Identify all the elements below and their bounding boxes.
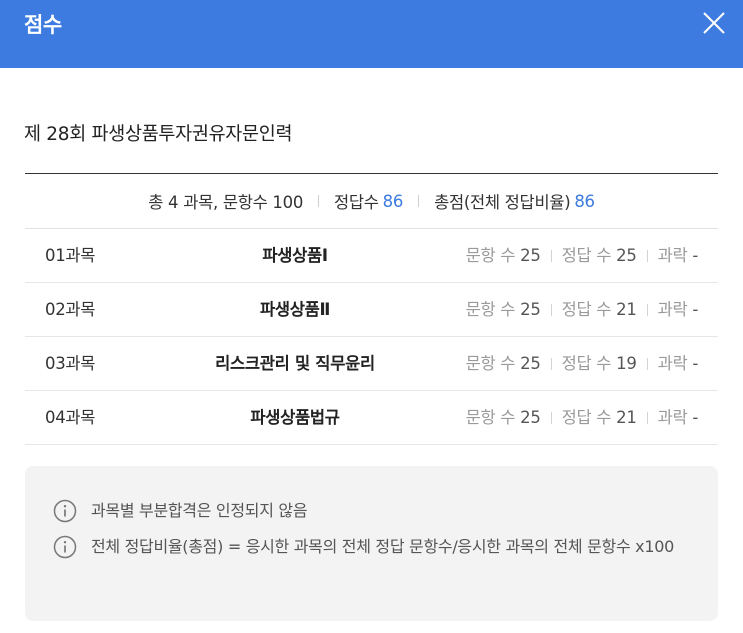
correct-label: 정답 수: [561, 354, 612, 373]
summary-correct-value: 86: [382, 191, 404, 211]
subject-code: 03과목: [45, 354, 96, 373]
fail-label: 과락: [657, 300, 688, 319]
modal-title: 점수: [24, 13, 62, 37]
fail-label: 과락: [657, 408, 688, 427]
subject-code: 02과목: [45, 300, 96, 319]
questions-value: 25: [520, 408, 541, 427]
subject-name: 파생상품Ⅰ: [262, 246, 328, 265]
divider: [550, 411, 552, 424]
table-row: 04과목 파생상품법규 문항 수 25 정답 수 21 과락 -: [25, 391, 718, 445]
info-icon: [53, 499, 77, 523]
divider: [646, 249, 648, 262]
close-button[interactable]: [697, 6, 731, 40]
divider: [550, 249, 552, 262]
divider: [646, 303, 648, 316]
info-icon: [53, 535, 77, 559]
fail-value: -: [692, 408, 698, 427]
correct-value: 19: [616, 354, 637, 373]
questions-value: 25: [520, 300, 541, 319]
subject-name: 파생상품Ⅱ: [259, 300, 331, 319]
summary-score-label: 총점(전체 정답비율): [434, 193, 571, 212]
subject-code: 01과목: [45, 246, 96, 265]
table-row: 02과목 파생상품Ⅱ 문항 수 25 정답 수 21 과락 -: [25, 283, 718, 337]
subject-stats: 문항 수 25 정답 수 19 과락 -: [465, 337, 699, 390]
divider: [318, 195, 320, 207]
subject-code: 04과목: [45, 408, 96, 427]
divider: [646, 357, 648, 370]
divider: [550, 303, 552, 316]
table-row: 01과목 파생상품Ⅰ 문항 수 25 정답 수 25 과락 -: [25, 229, 718, 283]
correct-label: 정답 수: [561, 300, 612, 319]
subject-name: 리스크관리 및 직무윤리: [215, 354, 375, 373]
questions-value: 25: [520, 354, 541, 373]
questions-label: 문항 수: [465, 246, 516, 265]
subject-stats: 문항 수 25 정답 수 25 과락 -: [465, 229, 699, 282]
fail-label: 과락: [657, 354, 688, 373]
score-table: 총 4 과목, 문항수 100 정답수 86 총점(전체 정답비율) 86 01…: [25, 173, 718, 445]
subject-name: 파생상품법규: [250, 408, 340, 427]
notice-text: 전체 정답비율(총점) = 응시한 과목의 전체 정답 문항수/응시한 과목의 …: [91, 537, 674, 556]
subject-stats: 문항 수 25 정답 수 21 과락 -: [465, 391, 699, 444]
notice-box: 과목별 부분합격은 인정되지 않음 전체 정답비율(총점) = 응시한 과목의 …: [25, 466, 718, 621]
table-row: 03과목 리스크관리 및 직무윤리 문항 수 25 정답 수 19 과락 -: [25, 337, 718, 391]
fail-value: -: [692, 300, 698, 319]
fail-value: -: [692, 354, 698, 373]
fail-label: 과락: [657, 246, 688, 265]
divider: [418, 195, 420, 207]
close-icon: [703, 12, 725, 34]
questions-label: 문항 수: [465, 300, 516, 319]
notice-item: 전체 정답비율(총점) = 응시한 과목의 전체 정답 문항수/응시한 과목의 …: [53, 535, 691, 562]
correct-value: 21: [616, 300, 637, 319]
exam-title: 제 28회 파생상품투자권유자문인력: [24, 124, 293, 145]
summary-correct-label: 정답수: [334, 193, 379, 212]
modal-header: 점수: [0, 0, 743, 68]
fail-value: -: [692, 246, 698, 265]
summary-score-value: 86: [574, 191, 595, 211]
divider: [550, 357, 552, 370]
correct-label: 정답 수: [561, 408, 612, 427]
notice-text: 과목별 부분합격은 인정되지 않음: [91, 501, 308, 520]
notice-item: 과목별 부분합격은 인정되지 않음: [53, 499, 691, 526]
correct-label: 정답 수: [561, 246, 612, 265]
correct-value: 25: [616, 246, 637, 265]
summary-totals: 총 4 과목, 문항수 100: [148, 193, 304, 212]
questions-label: 문항 수: [465, 408, 516, 427]
questions-value: 25: [520, 246, 541, 265]
divider: [646, 411, 648, 424]
questions-label: 문항 수: [465, 354, 516, 373]
score-summary: 총 4 과목, 문항수 100 정답수 86 총점(전체 정답비율) 86: [25, 174, 718, 229]
subject-stats: 문항 수 25 정답 수 21 과락 -: [465, 283, 699, 336]
correct-value: 21: [616, 408, 637, 427]
